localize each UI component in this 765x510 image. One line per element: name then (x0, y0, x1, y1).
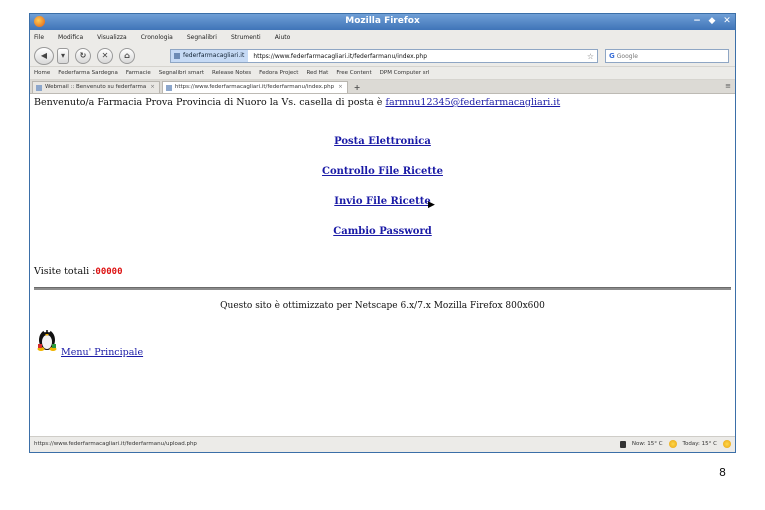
email-link[interactable]: farmnu12345@federfarmacagliari.it (385, 97, 560, 108)
link-cambio-password[interactable]: Cambio Password (30, 226, 735, 237)
title-bar: Mozilla Firefox − ◆ ✕ (30, 14, 735, 30)
bookmark-item[interactable]: Red Hat (306, 70, 328, 76)
tab-list-icon[interactable]: ≡ (725, 82, 731, 90)
reload-icon[interactable]: ↻ (75, 48, 91, 64)
maximize-button[interactable]: ◆ (706, 16, 718, 27)
menu-file[interactable]: File (34, 34, 44, 41)
menu-aiuto[interactable]: Aiuto (275, 34, 291, 41)
tux-penguin-icon (37, 329, 57, 351)
bookmark-item[interactable]: Free Content (336, 70, 371, 76)
bookmark-item[interactable]: Segnalibri smart (159, 70, 204, 76)
welcome-message: Benvenuto/a Farmacia Prova Provincia di … (34, 97, 560, 108)
tab-label: Webmail :: Benvenuto su federfarma (45, 84, 147, 90)
weather-sun-icon (668, 440, 677, 448)
menu-strumenti[interactable]: Strumenti (231, 34, 261, 41)
home-icon[interactable]: ⌂ (119, 48, 135, 64)
visit-counter-label: Visite totali : (34, 266, 96, 277)
menu-modifica[interactable]: Modifica (58, 34, 83, 41)
browser-window: Mozilla Firefox − ◆ ✕ File Modifica Visu… (29, 13, 736, 453)
stop-icon[interactable]: ✕ (97, 48, 113, 64)
weather-today[interactable]: Today: 15° C (683, 441, 717, 447)
bookmark-item[interactable]: Fedora Project (259, 70, 298, 76)
new-tab-button[interactable]: + (350, 83, 365, 93)
visit-counter-value: 00000 (95, 267, 123, 277)
history-dropdown-icon[interactable]: ▾ (57, 48, 69, 64)
close-button[interactable]: ✕ (721, 16, 733, 27)
back-button[interactable]: ◀ (34, 47, 54, 65)
url-input[interactable]: https://www.federfarmacagliari.it/federf… (248, 53, 587, 60)
page-content: Benvenuto/a Farmacia Prova Provincia di … (30, 94, 735, 424)
google-icon[interactable]: G (606, 52, 617, 60)
menu-segnalibri[interactable]: Segnalibri (187, 34, 217, 41)
url-bar[interactable]: federfarmacagliari.it https://www.federf… (170, 49, 598, 63)
optimization-note: Questo sito è ottimizzato per Netscape 6… (220, 301, 545, 311)
menu-visualizza[interactable]: Visualizza (97, 34, 127, 41)
tab-label: https://www.federfarmacagliari.it/federf… (174, 84, 335, 90)
weather-sun-icon (723, 440, 731, 448)
search-box[interactable]: G (605, 49, 729, 63)
bookmark-item[interactable]: Home (34, 70, 50, 76)
bookmark-item[interactable]: Release Notes (212, 70, 251, 76)
url-site-identity[interactable]: federfarmacagliari.it (171, 50, 249, 62)
bookmarks-toolbar: Home Federfarma Sardegna Farmacie Segnal… (30, 67, 735, 80)
bookmark-item[interactable]: Federfarma Sardegna (58, 70, 118, 76)
menu-bar: File Modifica Visualizza Cronologia Segn… (30, 30, 735, 45)
bookmark-item[interactable]: Farmacie (126, 70, 151, 76)
lock-icon[interactable] (619, 440, 626, 448)
welcome-text: Benvenuto/a Farmacia Prova Provincia di … (34, 97, 386, 108)
status-url: https://www.federfarmacagliari.it/federf… (34, 441, 197, 447)
close-tab-icon[interactable]: × (338, 84, 343, 90)
tab-bar: Webmail :: Benvenuto su federfarma × http… (30, 80, 735, 94)
navigation-toolbar: ◀ ▾ ↻ ✕ ⌂ federfarmacagliari.it https://… (30, 45, 735, 67)
mouse-cursor-icon: ▶ (428, 200, 435, 210)
status-right: Now: 15° C Today: 15° C (614, 440, 731, 448)
status-bar: https://www.federfarmacagliari.it/federf… (30, 436, 735, 452)
bookmark-star-icon[interactable]: ☆ (587, 52, 597, 61)
weather-now[interactable]: Now: 15° C (632, 441, 663, 447)
minimize-button[interactable]: − (691, 16, 703, 27)
window-title: Mozilla Firefox (345, 16, 420, 26)
tab-federfarma[interactable]: https://www.federfarmacagliari.it/federf… (161, 81, 348, 93)
slide-page-number: 8 (719, 466, 726, 479)
link-posta-elettronica[interactable]: Posta Elettronica (30, 136, 735, 147)
link-controllo-file-ricette[interactable]: Controllo File Ricette (30, 166, 735, 177)
bookmark-item[interactable]: DPM Computer srl (380, 70, 430, 76)
menu-cronologia[interactable]: Cronologia (141, 34, 173, 41)
visit-counter: Visite totali :00000 (34, 266, 123, 277)
tab-webmail[interactable]: Webmail :: Benvenuto su federfarma × (32, 81, 160, 93)
main-menu-link[interactable]: Menu' Principale (61, 347, 143, 358)
close-tab-icon[interactable]: × (150, 84, 155, 90)
search-input[interactable] (616, 52, 717, 60)
horizontal-divider (34, 287, 731, 290)
link-invio-file-ricette[interactable]: Invio File Ricette (30, 196, 735, 207)
